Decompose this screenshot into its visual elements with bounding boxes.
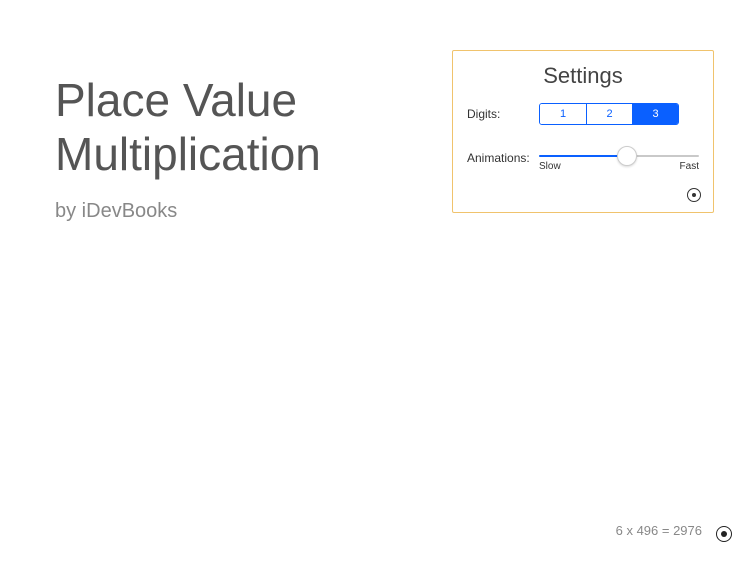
animations-row: Animations: Slow Fast bbox=[467, 143, 699, 172]
settings-panel: Settings Digits: 1 2 3 Animations: Slow … bbox=[452, 50, 714, 213]
digits-segmented-control[interactable]: 1 2 3 bbox=[539, 103, 679, 125]
slider-thumb[interactable] bbox=[617, 146, 637, 166]
digits-label: Digits: bbox=[467, 107, 539, 121]
title-line-1: Place Value bbox=[55, 73, 321, 127]
animations-slider[interactable]: Slow Fast bbox=[539, 143, 699, 172]
animations-label: Animations: bbox=[467, 151, 539, 165]
app-root: Place Value Multiplication by iDevBooks … bbox=[0, 0, 750, 562]
digits-option-2[interactable]: 2 bbox=[586, 104, 632, 124]
settings-close-button[interactable] bbox=[687, 188, 701, 202]
digits-option-1[interactable]: 1 bbox=[540, 104, 586, 124]
slider-fill bbox=[539, 155, 627, 157]
digits-row: Digits: 1 2 3 bbox=[467, 103, 699, 125]
app-title: Place Value Multiplication bbox=[55, 73, 321, 182]
byline: by iDevBooks bbox=[55, 200, 177, 223]
title-line-2: Multiplication bbox=[55, 127, 321, 181]
slider-track[interactable] bbox=[539, 155, 699, 157]
digits-option-3[interactable]: 3 bbox=[632, 104, 678, 124]
record-button[interactable] bbox=[716, 526, 732, 542]
slider-min-label: Slow bbox=[539, 161, 561, 172]
settings-heading: Settings bbox=[467, 63, 699, 89]
slider-max-label: Fast bbox=[680, 161, 699, 172]
equation-text: 6 x 496 = 2976 bbox=[616, 523, 702, 538]
